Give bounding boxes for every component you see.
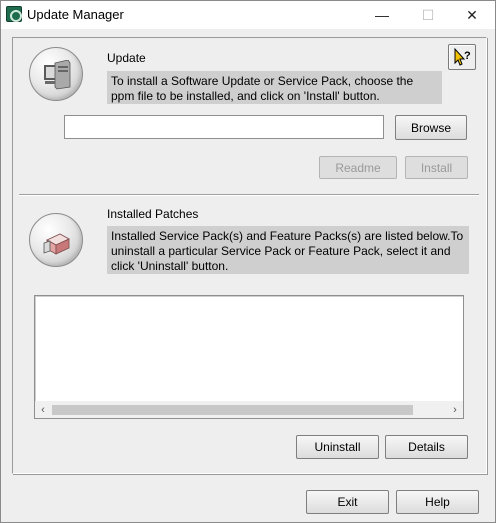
update-description: To install a Software Update or Service … [107, 71, 442, 104]
patch-icon [29, 213, 83, 267]
horizontal-scrollbar[interactable]: ‹ › [35, 401, 463, 418]
minimize-button[interactable]: — [359, 1, 405, 29]
patches-description: Installed Service Pack(s) and Feature Pa… [107, 226, 469, 274]
details-button[interactable]: Details [385, 435, 468, 459]
svg-text:?: ? [464, 50, 471, 62]
help-cursor-icon: ? [454, 47, 471, 66]
patch-glyph [43, 233, 70, 255]
installed-patches-list[interactable]: ‹ › [34, 295, 464, 419]
context-help-button[interactable]: ? [448, 44, 476, 70]
maximize-button[interactable]: ☐ [405, 1, 451, 29]
scroll-thumb[interactable] [52, 405, 413, 415]
section-divider [19, 194, 479, 196]
help-button[interactable]: Help [396, 490, 479, 514]
scroll-right-icon[interactable]: › [447, 401, 463, 418]
uninstall-button[interactable]: Uninstall [296, 435, 379, 459]
computer-icon [29, 47, 83, 101]
exit-button[interactable]: Exit [306, 490, 389, 514]
app-icon [6, 6, 22, 22]
install-button[interactable]: Install [405, 156, 468, 179]
patches-heading: Installed Patches [107, 207, 199, 221]
computer-glyph [44, 60, 71, 90]
title-bar[interactable]: Update Manager — ☐ ✕ [1, 1, 495, 29]
file-path-input[interactable] [64, 115, 384, 139]
update-heading: Update [107, 51, 146, 65]
update-manager-window: Update Manager — ☐ ✕ Update To install a… [0, 0, 496, 523]
scroll-left-icon[interactable]: ‹ [35, 401, 51, 418]
close-button[interactable]: ✕ [449, 1, 495, 29]
readme-button[interactable]: Readme [319, 156, 397, 179]
browse-button[interactable]: Browse [395, 115, 467, 140]
window-title: Update Manager [27, 7, 124, 22]
